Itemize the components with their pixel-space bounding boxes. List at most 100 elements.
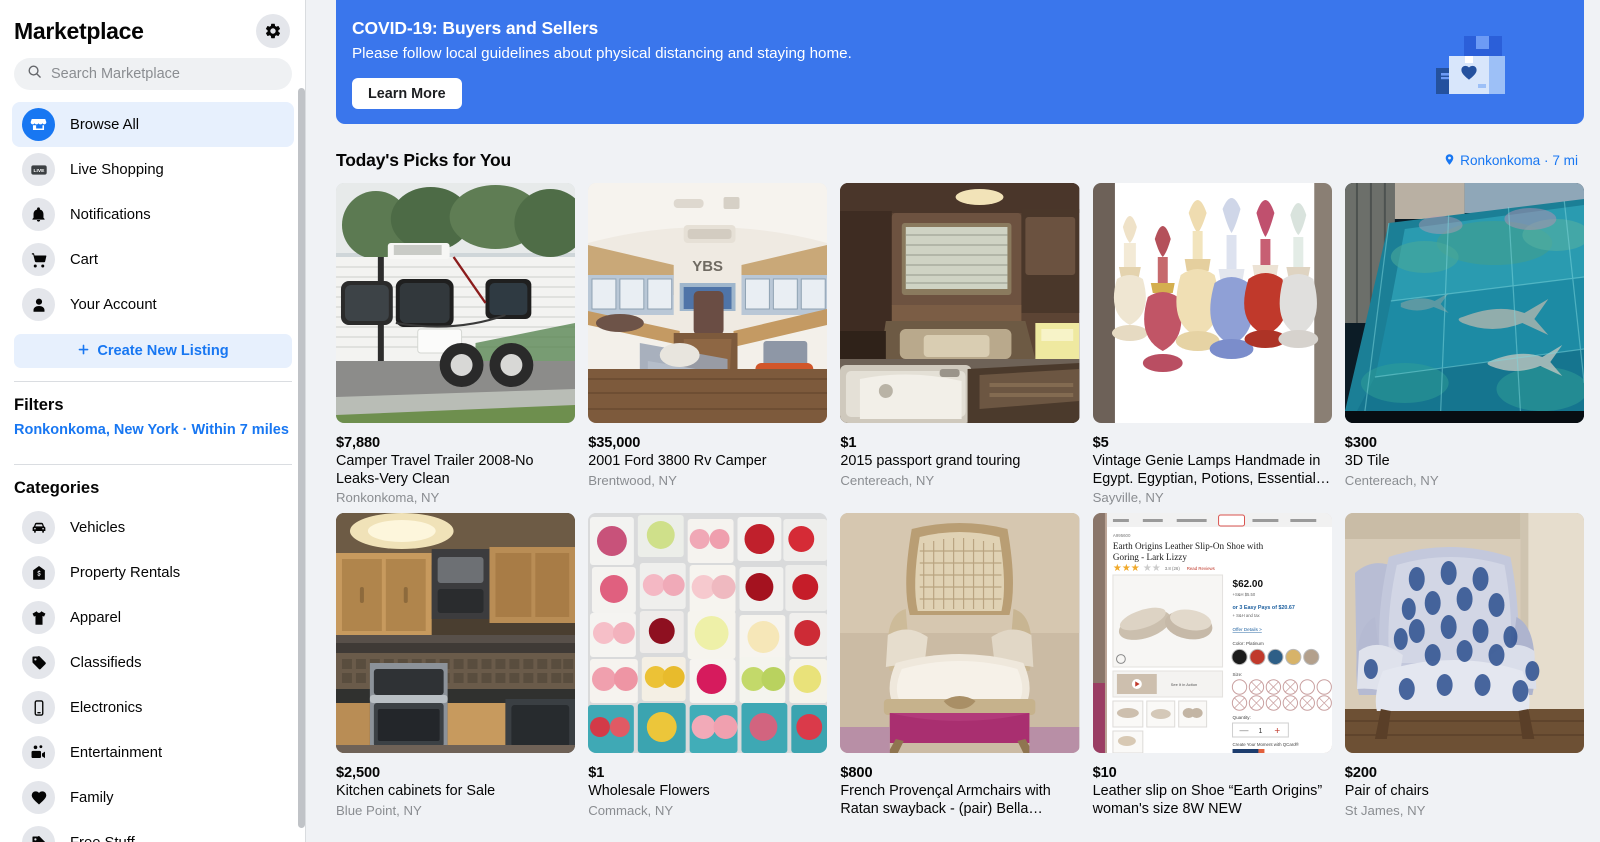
listing-title: Leather slip on Shoe “Earth Origins” wom… (1092, 783, 1323, 817)
travel-trailer-photo (336, 183, 576, 423)
sidebar-item-browse-all[interactable]: Browse All (12, 102, 294, 147)
sidebar-item-your-account[interactable]: Your Account (12, 282, 294, 327)
categories-list: Vehicles Property Rentals Apparel Classi… (12, 505, 294, 842)
svg-text:3.8 (26): 3.8 (26) (1164, 566, 1180, 571)
category-label: Apparel (70, 609, 122, 626)
svg-text:Quantity:: Quantity: (1232, 715, 1250, 720)
sidebar-item-cart[interactable]: Cart (12, 237, 294, 282)
svg-text:★★★: ★★★ (1113, 563, 1140, 574)
listing-title: 2001 Ford 3800 Rv Camper (588, 453, 767, 469)
sidebar-nav: Browse All LIVE Live Shopping Notificati… (12, 100, 294, 327)
rv-dinette-interior-photo (840, 183, 1080, 423)
listing-card[interactable]: A995600 Earth Origins Leather Slip-On Sh… (1092, 513, 1332, 820)
svg-text:$62.00: $62.00 (1232, 579, 1263, 590)
listing-card[interactable]: $200 Pair of chairs St James, NY (1344, 513, 1584, 820)
listing-price: $1 (840, 435, 857, 451)
picks-title: Today's Picks for You (336, 150, 512, 170)
sidebar-item-live-shopping[interactable]: LIVE Live Shopping (12, 147, 294, 192)
gear-icon[interactable] (256, 14, 290, 48)
category-label: Free Stuff (70, 835, 135, 842)
sidebar-item-free-stuff[interactable]: Free Stuff (12, 820, 294, 842)
picks-location-label: Ronkonkoma · 7 mi (1460, 153, 1578, 168)
listing-price: $300 (1344, 435, 1377, 451)
listing-price: $800 (840, 765, 873, 781)
svg-text:Create Your Moment with QCard®: Create Your Moment with QCard® (1232, 742, 1299, 747)
listing-card[interactable]: YBS $35,000 2001 Ford 3800 Rv Camper Bre… (588, 183, 828, 505)
sidebar-item-property-rentals[interactable]: Property Rentals (12, 550, 294, 595)
boxed-roses-photo (588, 513, 828, 753)
main-content: COVID-19: Buyers and Sellers Please foll… (306, 0, 1600, 842)
learn-more-button[interactable]: Learn More (352, 78, 462, 109)
tshirt-icon (22, 601, 55, 634)
listing-location: Centereach, NY (1344, 472, 1439, 488)
listing-card[interactable]: $300 3D Tile Centereach, NY (1344, 183, 1584, 505)
listing-card[interactable]: $1 2015 passport grand touring Centereac… (840, 183, 1080, 505)
sidebar-item-electronics[interactable]: Electronics (12, 685, 294, 730)
listing-price: $2,500 (336, 765, 381, 781)
filters-location-link[interactable]: Ronkonkoma, New York · Within 7 miles (12, 422, 294, 451)
listing-card[interactable]: $800 French Provençal Armchairs with Rat… (840, 513, 1080, 820)
category-label: Electronics (70, 699, 143, 716)
listing-title: Kitchen cabinets for Sale (336, 783, 496, 799)
svg-text:1: 1 (1258, 728, 1262, 735)
bus-conversion-interior-photo: YBS (588, 183, 828, 423)
listing-location: Centereach, NY (840, 472, 935, 488)
sidebar-item-apparel[interactable]: Apparel (12, 595, 294, 640)
search-bar[interactable] (14, 58, 292, 90)
kitchen-cabinets-photo (336, 513, 576, 753)
listing-card[interactable]: $2,500 Kitchen cabinets for Sale Blue Po… (336, 513, 576, 820)
sidebar-item-label: Notifications (70, 206, 151, 223)
svg-text:—: — (1239, 725, 1248, 735)
svg-text:Read Reviews: Read Reviews (1186, 566, 1215, 571)
listing-location: Blue Point, NY (336, 802, 422, 818)
search-input[interactable] (51, 66, 279, 82)
svg-text:Offer Details >: Offer Details > (1232, 627, 1262, 632)
listing-price: $10 (1092, 765, 1117, 781)
svg-text:★★: ★★ (1142, 563, 1160, 574)
sidebar-item-classifieds[interactable]: Classifieds (12, 640, 294, 685)
listing-card[interactable]: $7,880 Camper Travel Trailer 2008-No Lea… (336, 183, 576, 505)
svg-text:or 3 Easy Pays of $20.67: or 3 Easy Pays of $20.67 (1232, 605, 1294, 611)
listing-location: Brentwood, NY (588, 472, 677, 488)
marketplace-page: Marketplace Browse All (0, 0, 1600, 842)
category-label: Classifieds (70, 654, 142, 671)
listing-price: $7,880 (336, 435, 381, 451)
sidebar-item-label: Browse All (70, 116, 140, 133)
sidebar-item-entertainment[interactable]: Entertainment (12, 730, 294, 775)
listing-location: Commack, NY (588, 802, 674, 818)
listing-price: $5 (1092, 435, 1109, 451)
free-tag-icon (22, 826, 55, 842)
heart-icon (22, 781, 55, 814)
sidebar-item-label: Your Account (70, 296, 157, 313)
listing-card[interactable]: $5 Vintage Genie Lamps Handmade in Egypt… (1092, 183, 1332, 505)
sidebar: Marketplace Browse All (0, 0, 306, 842)
svg-text:Color: Platinum: Color: Platinum (1232, 641, 1263, 646)
person-icon (22, 288, 55, 321)
house-icon (22, 556, 55, 589)
svg-text:LIVE: LIVE (33, 168, 45, 174)
picks-location[interactable]: Ronkonkoma · 7 mi (1443, 152, 1578, 170)
listing-price: $200 (1344, 765, 1377, 781)
storefront-icon (22, 108, 55, 141)
sidebar-item-vehicles[interactable]: Vehicles (12, 505, 294, 550)
cart-icon (22, 243, 55, 276)
listings-grid: $7,880 Camper Travel Trailer 2008-No Lea… (306, 171, 1600, 820)
listing-card[interactable]: $1 Wholesale Flowers Commack, NY (588, 513, 828, 820)
page-title: Marketplace (14, 17, 144, 44)
sidebar-item-family[interactable]: Family (12, 775, 294, 820)
phone-icon (22, 691, 55, 724)
sidebar-scrollbar[interactable] (298, 88, 305, 828)
svg-text:Goring - Lark Lizzy: Goring - Lark Lizzy (1113, 552, 1187, 562)
listing-location: St James, NY (1344, 802, 1426, 818)
sidebar-item-notifications[interactable]: Notifications (12, 192, 294, 237)
create-new-listing-label: Create New Listing (97, 343, 229, 359)
svg-text:+ S&H and tax: + S&H and tax (1232, 613, 1260, 618)
sidebar-item-label: Cart (70, 251, 98, 268)
listing-title: Camper Travel Trailer 2008-No Leaks-Very… (336, 453, 534, 487)
category-label: Family (70, 789, 114, 806)
category-label: Vehicles (70, 519, 126, 536)
svg-text:Earth Origins Leather Slip-On: Earth Origins Leather Slip-On Shoe with (1113, 541, 1264, 551)
picks-header: Today's Picks for You Ronkonkoma · 7 mi (306, 124, 1600, 171)
create-new-listing-button[interactable]: Create New Listing (14, 334, 292, 368)
live-icon: LIVE (22, 153, 55, 186)
